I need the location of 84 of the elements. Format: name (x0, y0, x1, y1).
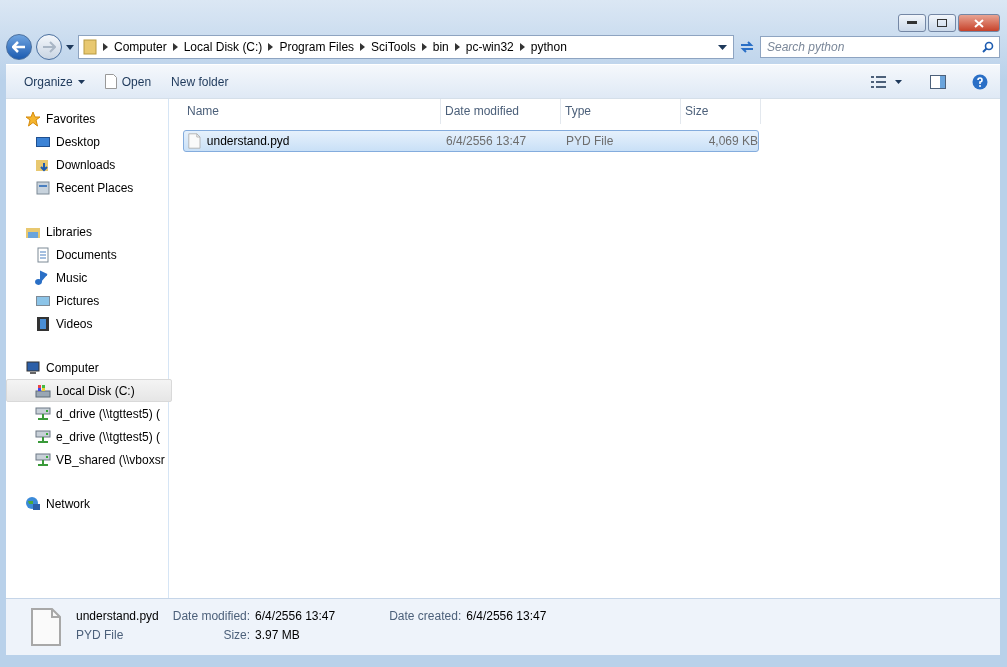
file-icon (188, 133, 201, 149)
document-icon (35, 246, 51, 263)
breadcrumb-item[interactable]: pc-win32 (465, 40, 514, 54)
network-drive-icon (35, 428, 51, 445)
nav-item[interactable]: Libraries (6, 220, 172, 243)
search-field[interactable]: Search python (760, 36, 1000, 58)
network-drive-icon (35, 405, 51, 422)
column-header[interactable]: Name (183, 99, 441, 124)
column-header[interactable]: Date modified (441, 99, 561, 124)
breadcrumb-item[interactable]: Local Disk (C:) (183, 40, 263, 54)
dropdown-caret-icon[interactable] (718, 44, 727, 50)
open-button[interactable]: Open (98, 70, 158, 93)
details-value: 6/4/2556 13:47 (466, 609, 547, 623)
nav-item[interactable]: Computer (6, 356, 172, 379)
nav-item[interactable]: Pictures (6, 289, 172, 312)
refresh-icon[interactable] (738, 39, 756, 55)
file-row[interactable]: understand.pyd 6/4/2556 13:47 PYD File 4,069 KB (183, 130, 759, 152)
network-drive-icon (35, 451, 51, 468)
forward-button[interactable] (36, 34, 62, 60)
details-value: 6/4/2556 13:47 (255, 609, 336, 623)
breadcrumb-item[interactable]: SciTools (371, 40, 416, 54)
recent-places-icon (35, 179, 51, 196)
nav-item[interactable]: VB_shared (\\vboxsr (6, 448, 172, 471)
details-label: Date created: (389, 609, 462, 623)
nav-item[interactable]: Recent Places (6, 176, 172, 199)
chevron-right-icon[interactable] (421, 43, 427, 51)
nav-item[interactable]: Videos (6, 312, 172, 335)
nav-item[interactable]: e_drive (\\tgttest5) ( (6, 425, 172, 448)
chevron-right-icon[interactable] (519, 43, 525, 51)
dropdown-caret-icon[interactable] (66, 44, 74, 50)
caret-icon[interactable] (895, 79, 902, 84)
breadcrumb-item[interactable]: Program Files (279, 40, 355, 54)
close-button[interactable] (958, 14, 1000, 32)
search-icon (982, 41, 994, 53)
minimize-icon (907, 21, 917, 25)
chevron-right-icon[interactable] (268, 43, 274, 51)
details-label: Date modified: (172, 609, 251, 623)
maximize-button[interactable] (928, 14, 956, 32)
column-header[interactable]: Size (681, 99, 761, 124)
nav-item[interactable]: Local Disk (C:) (6, 379, 172, 402)
preview-pane-icon[interactable] (930, 74, 946, 89)
nav-item[interactable]: Favorites (6, 107, 172, 130)
chevron-right-icon[interactable] (454, 43, 460, 51)
column-header[interactable]: Type (561, 99, 681, 124)
globe-network-icon (25, 495, 41, 512)
chevron-right-icon[interactable] (103, 43, 108, 51)
view-options-icon[interactable] (871, 75, 887, 88)
computer-icon (25, 359, 41, 376)
nav-item[interactable]: Downloads (6, 153, 172, 176)
nav-item[interactable]: Network (6, 492, 172, 515)
breadcrumb-item[interactable]: Computer (114, 40, 167, 54)
file-name: understand.pyd (206, 134, 290, 148)
minimize-button[interactable] (898, 14, 926, 32)
close-icon (974, 18, 984, 28)
folder-icon (83, 39, 97, 55)
back-arrow-icon (12, 41, 26, 53)
nav-item[interactable]: d_drive (\\tgttest5) ( (6, 402, 172, 425)
new-folder-button[interactable]: New folder (165, 70, 235, 93)
help-icon[interactable] (972, 73, 988, 90)
hard-disk-icon (35, 382, 51, 399)
caret-icon (77, 79, 85, 84)
maximize-icon (937, 19, 947, 27)
address-bar[interactable]: Computer Local Disk (C:) Program Files SciTools bin pc-win32 python (78, 35, 734, 59)
file-icon (104, 74, 117, 89)
organize-button[interactable]: Organize (18, 70, 91, 93)
details-file-name: understand.pyd (76, 609, 159, 623)
forward-arrow-icon (42, 41, 56, 53)
date-cell-text: 6/4/2556 13:47 (445, 134, 528, 148)
nav-item[interactable]: Documents (6, 243, 172, 266)
star-icon (25, 110, 41, 127)
chevron-right-icon[interactable] (360, 43, 366, 51)
chevron-right-icon[interactable] (172, 43, 178, 51)
breadcrumb-item[interactable]: python (530, 40, 567, 54)
breadcrumb-item[interactable]: bin (432, 40, 449, 54)
file-icon (30, 607, 62, 647)
details-file-type: PYD File (76, 628, 125, 642)
nav-item[interactable]: Music (6, 266, 172, 289)
details-label: Size: (222, 628, 251, 642)
details-value: 3.97 MB (255, 628, 301, 642)
type-cell-text: PYD File (565, 134, 615, 148)
back-button[interactable] (6, 34, 32, 60)
size-cell-text: 4,069 KB (707, 134, 758, 148)
film-icon (35, 315, 51, 332)
nav-item[interactable]: Desktop (6, 130, 172, 153)
